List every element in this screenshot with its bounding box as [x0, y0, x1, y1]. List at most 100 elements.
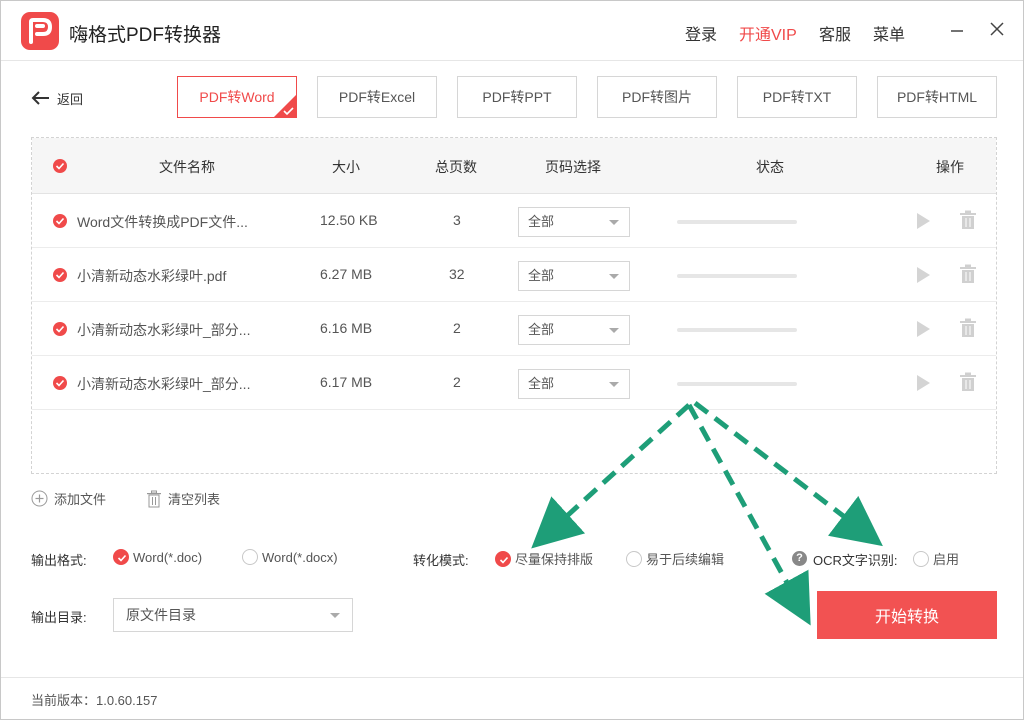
row-checkbox[interactable]	[53, 376, 67, 390]
tab-pdf-to-word[interactable]: PDF转Word	[177, 76, 297, 118]
play-icon[interactable]	[915, 320, 931, 338]
clear-list-label: 清空列表	[168, 492, 221, 507]
play-icon[interactable]	[915, 374, 931, 392]
play-icon[interactable]	[915, 212, 931, 230]
mode-easy-edit-radio[interactable]: 易于后续编辑	[626, 549, 724, 568]
page-select-dropdown[interactable]: 全部	[518, 369, 630, 399]
checkmark-icon	[55, 217, 65, 225]
table-row: Word文件转换成PDF文件... 12.50 KB 3 全部	[32, 194, 996, 248]
clear-list-button[interactable]: 清空列表	[146, 489, 220, 508]
tab-label: PDF转HTML	[896, 89, 978, 105]
trash-icon	[147, 490, 161, 507]
file-pages: 2	[453, 320, 461, 336]
add-file-label: 添加文件	[54, 492, 107, 507]
app-title: 嗨格式PDF转换器	[69, 25, 222, 46]
row-checkbox[interactable]	[53, 322, 67, 336]
minimize-button[interactable]	[947, 19, 967, 39]
tab-label: PDF转Word	[199, 89, 275, 105]
page-select-dropdown[interactable]: 全部	[518, 261, 630, 291]
radio-indicator	[913, 550, 929, 567]
trash-icon[interactable]	[959, 318, 977, 338]
header-size: 大小	[332, 159, 360, 175]
tab-pdf-to-txt[interactable]: PDF转TXT	[737, 76, 857, 118]
tab-label: PDF转Excel	[338, 89, 416, 105]
header-pages: 总页数	[435, 159, 477, 175]
output-dir-value: 原文件目录	[126, 607, 196, 623]
dropdown-arrow-icon	[609, 382, 619, 387]
ocr-enable-radio[interactable]: 启用	[913, 549, 959, 568]
status-footer: 当前版本：1.0.60.157	[1, 677, 1023, 719]
page-select-value: 全部	[528, 322, 555, 337]
file-size: 12.50 KB	[320, 212, 378, 228]
play-icon[interactable]	[915, 266, 931, 284]
file-name: 小清新动态水彩绿叶_部分...	[77, 322, 251, 338]
header-page-select: 页码选择	[545, 159, 601, 175]
close-icon	[990, 22, 1004, 36]
format-doc-radio[interactable]: Word(*.doc)	[113, 549, 202, 565]
format-doc-label: Word(*.doc)	[133, 549, 203, 565]
page-select-dropdown[interactable]: 全部	[518, 207, 630, 237]
back-button[interactable]: 返回	[31, 87, 83, 109]
dropdown-arrow-icon	[609, 220, 619, 225]
row-checkbox[interactable]	[53, 268, 67, 282]
output-dir-dropdown[interactable]: 原文件目录	[113, 598, 353, 632]
plus-circle-icon	[31, 490, 48, 507]
start-convert-button[interactable]: 开始转换	[817, 591, 997, 639]
login-link[interactable]: 登录	[685, 21, 717, 45]
trash-icon[interactable]	[959, 372, 977, 392]
file-pages: 3	[453, 212, 461, 228]
trash-icon[interactable]	[959, 210, 977, 230]
help-icon[interactable]: ?	[792, 551, 807, 566]
select-all-checkbox[interactable]	[53, 159, 67, 173]
mode-easy-edit-label: 易于后续编辑	[646, 552, 725, 567]
app-logo-icon	[21, 12, 59, 50]
file-table: 文件名称 大小 总页数 页码选择 状态 操作 Word文件转换成PDF文件...…	[31, 137, 997, 474]
tab-pdf-to-ppt[interactable]: PDF转PPT	[457, 76, 577, 118]
radio-indicator	[113, 549, 129, 565]
format-docx-radio[interactable]: Word(*.docx)	[242, 549, 338, 565]
minimize-icon	[951, 30, 963, 32]
checkmark-icon	[499, 556, 509, 564]
table-row: 小清新动态水彩绿叶.pdf 6.27 MB 32 全部	[32, 248, 996, 302]
ocr-enable-label: 启用	[933, 552, 960, 567]
output-format-label: 输出格式:	[31, 553, 87, 568]
header-file-name: 文件名称	[159, 159, 215, 175]
checkmark-icon	[283, 107, 294, 116]
tab-label: PDF转图片	[622, 89, 692, 105]
status-progress-bar	[677, 328, 797, 332]
radio-indicator	[495, 550, 511, 567]
header-actions: 操作	[936, 159, 964, 175]
checkmark-icon	[55, 325, 65, 333]
file-name: Word文件转换成PDF文件...	[77, 214, 248, 230]
tab-pdf-to-image[interactable]: PDF转图片	[597, 76, 717, 118]
arrow-left-icon	[31, 91, 49, 105]
page-select-value: 全部	[528, 376, 555, 391]
menu-link[interactable]: 菜单	[873, 21, 905, 45]
tab-pdf-to-excel[interactable]: PDF转Excel	[317, 76, 437, 118]
dropdown-arrow-icon	[330, 613, 340, 618]
file-name: 小清新动态水彩绿叶_部分...	[77, 376, 251, 392]
support-link[interactable]: 客服	[819, 21, 851, 45]
status-progress-bar	[677, 274, 797, 278]
close-button[interactable]	[987, 19, 1007, 39]
file-pages: 32	[449, 266, 465, 282]
format-docx-label: Word(*.docx)	[262, 549, 338, 565]
page-select-dropdown[interactable]: 全部	[518, 315, 630, 345]
status-progress-bar	[677, 220, 797, 224]
mode-keep-layout-radio[interactable]: 尽量保持排版	[495, 549, 593, 568]
convert-mode-label: 转化模式:	[413, 553, 469, 568]
tab-pdf-to-html[interactable]: PDF转HTML	[877, 76, 997, 118]
add-file-button[interactable]: 添加文件	[31, 489, 106, 508]
header-status: 状态	[756, 159, 784, 175]
file-size: 6.16 MB	[320, 320, 373, 336]
vip-link[interactable]: 开通VIP	[739, 21, 797, 45]
dropdown-arrow-icon	[609, 328, 619, 333]
title-bar: 嗨格式PDF转换器 登录 开通VIP 客服 菜单	[1, 1, 1023, 61]
row-checkbox[interactable]	[53, 214, 67, 228]
table-row: 小清新动态水彩绿叶_部分... 6.16 MB 2 全部	[32, 302, 996, 356]
checkmark-icon	[55, 379, 65, 387]
status-progress-bar	[677, 382, 797, 386]
checkmark-icon	[117, 554, 127, 562]
trash-icon[interactable]	[959, 264, 977, 284]
mode-keep-layout-label: 尽量保持排版	[515, 552, 594, 567]
